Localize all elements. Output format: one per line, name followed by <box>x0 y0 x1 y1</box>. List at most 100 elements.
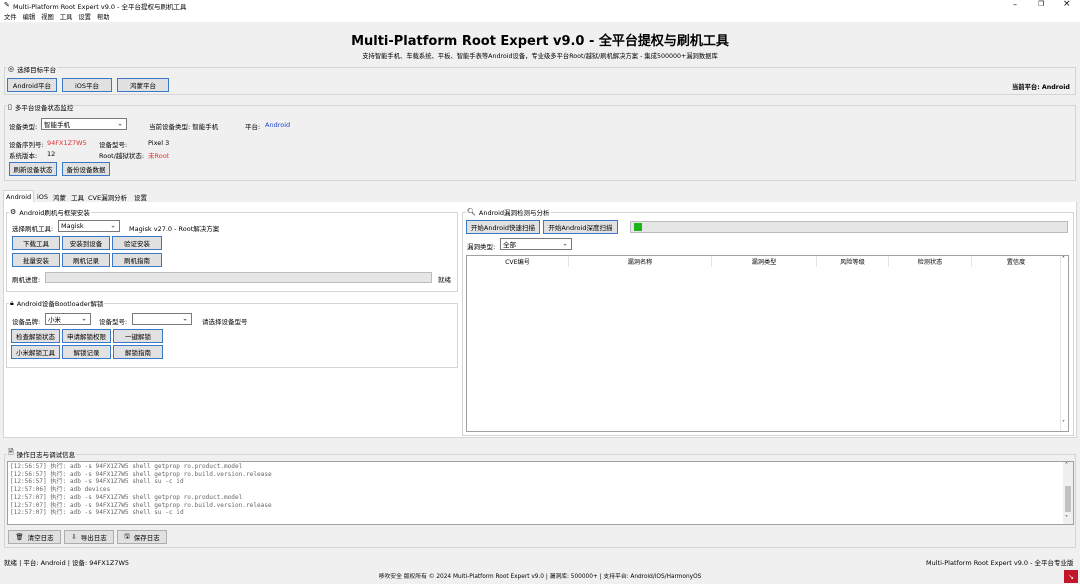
deep-scan-button[interactable]: 开始Android深度扫描 <box>543 220 618 234</box>
col-vuln-name[interactable]: 漏洞名称 <box>569 256 712 267</box>
gear-plugin-icon: ⚙ <box>10 208 17 216</box>
corner-badge-icon: ↘ <box>1064 570 1078 583</box>
close-button[interactable]: × <box>1063 0 1071 9</box>
flash-tool-select[interactable]: Magisk ⌄ <box>58 220 120 232</box>
current-device-type: 当前设备类型: 智能手机 <box>149 123 219 131</box>
export-icon: ⇩ <box>71 533 77 541</box>
ios-platform-button[interactable]: iOS平台 <box>62 78 112 92</box>
title-bar: ✎ Multi-Platform Root Expert v9.0 - 全平台提… <box>0 0 1080 11</box>
log-line: [12:57:07] 执行: adb -s 94FX1Z7W5 shell su… <box>10 509 184 517</box>
col-confidence[interactable]: 置信度 <box>972 256 1061 267</box>
apply-unlock-button[interactable]: 申请解锁权限 <box>62 329 111 343</box>
tab-cve-analysis[interactable]: CVE漏洞分析 <box>88 192 127 202</box>
col-risk-level[interactable]: 风险等级 <box>817 256 889 267</box>
col-vuln-type[interactable]: 漏洞类型 <box>712 256 817 267</box>
export-log-button[interactable]: ⇩ 导出日志 <box>64 530 114 544</box>
menu-view[interactable]: 视图 <box>41 12 54 21</box>
chevron-down-icon: ⌄ <box>182 314 188 323</box>
status-bar-right: Multi-Platform Root Expert v9.0 - 全平台专业版 <box>926 559 1074 567</box>
vuln-type-select[interactable]: 全部 ⌄ <box>500 238 572 250</box>
one-click-unlock-button[interactable]: 一键解锁 <box>113 329 163 343</box>
flash-progress-bar <box>45 272 432 283</box>
bootloader-header: 🔒︎ Android设备Bootloader解锁 <box>9 298 105 308</box>
scroll-up-icon: ˄ <box>1062 256 1065 263</box>
android-platform-button[interactable]: Android平台 <box>7 78 57 92</box>
flash-progress-status: 就绪 <box>438 276 451 284</box>
platform-label: 平台: <box>245 123 261 131</box>
flash-progress-label: 刷机进度: <box>12 276 41 284</box>
xiaomi-unlock-tool-button[interactable]: 小米解锁工具 <box>11 345 60 359</box>
device-type-select[interactable]: 智能手机 ⌄ <box>41 118 127 130</box>
clear-log-button[interactable]: 🗑︎ 清空日志 <box>8 530 61 544</box>
scan-progress-bar <box>630 221 1068 233</box>
save-log-button[interactable]: 🖫 保存日志 <box>117 530 167 544</box>
lock-icon: 🔒︎ <box>10 298 14 307</box>
root-status-label: Root/越狱状态: <box>99 152 145 160</box>
log-line: [12:57:06] 执行: adb devices <box>10 486 111 494</box>
harmony-platform-button[interactable]: 鸿蒙平台 <box>117 78 169 92</box>
window-title: Multi-Platform Root Expert v9.0 - 全平台提权与… <box>13 3 187 11</box>
model-value: Pixel 3 <box>148 139 170 147</box>
chevron-down-icon: ⌄ <box>562 239 568 248</box>
flash-guide-button[interactable]: 刷机指南 <box>112 253 162 267</box>
flash-tool-desc: Magisk v27.0 - Root解决方案 <box>129 225 220 233</box>
brand-label: 设备品牌: <box>12 318 41 326</box>
footer-copyright: 哆吹安全 版权所有 © 2024 Multi-Platform Root Exp… <box>378 574 702 580</box>
tab-ios[interactable]: iOS <box>37 192 48 202</box>
bl-model-hint: 请选择设备型号 <box>202 318 248 326</box>
minimize-button[interactable]: – <box>1013 0 1017 9</box>
chevron-down-icon: ⌄ <box>81 314 87 323</box>
download-tool-button[interactable]: 下载工具 <box>12 236 60 250</box>
log-header: 🗎 操作日志与调试信息 <box>7 448 77 459</box>
tab-tools[interactable]: 工具 <box>71 192 84 202</box>
log-line: [12:56:57] 执行: adb -s 94FX1Z7W5 shell ge… <box>10 463 243 470</box>
menu-tools[interactable]: 工具 <box>60 12 73 21</box>
scroll-down-icon: ˅ <box>1062 420 1065 427</box>
serial-value: 94FX1Z7W5 <box>47 139 87 147</box>
brand-select[interactable]: 小米 ⌄ <box>45 313 91 325</box>
log-scrollbar[interactable]: ˄ ˅ <box>1063 462 1073 524</box>
app-feather-icon: ✎ <box>4 1 10 9</box>
save-icon: 🖫 <box>124 531 130 540</box>
unlock-guide-button[interactable]: 解锁指南 <box>113 345 163 359</box>
status-bar-left: 就绪 | 平台: Android | 设备: 94FX1Z7W5 <box>4 559 130 567</box>
banner-subtitle: 支持智能手机、车载系统、平板、智能手表等Android设备，专业级多平台Root… <box>362 53 718 60</box>
vuln-type-label: 漏洞类型: <box>467 243 496 251</box>
quick-scan-button[interactable]: 开始Android快速扫描 <box>466 220 540 234</box>
refresh-device-button[interactable]: 刷新设备状态 <box>9 162 57 176</box>
maximize-button[interactable]: ❐ <box>1038 0 1044 8</box>
batch-install-button[interactable]: 批量安装 <box>12 253 60 267</box>
device-monitor-header: ▯ 多平台设备状态监控 <box>7 102 75 112</box>
current-platform-label: 当前平台: Android <box>1012 84 1070 91</box>
log-textarea[interactable]: [12:56:57] 执行: adb -s 94FX1Z7W5 shell ge… <box>7 461 1074 525</box>
platform-value: Android <box>265 121 291 129</box>
trash-icon: 🗑︎ <box>15 533 24 541</box>
phone-icon: ▯ <box>8 103 12 111</box>
install-to-device-button[interactable]: 安装到设备 <box>62 236 110 250</box>
flash-tool-label: 选择刷机工具: <box>12 225 54 233</box>
scroll-down-icon: ˅ <box>1065 515 1068 522</box>
bl-model-label: 设备型号: <box>99 318 128 326</box>
check-unlock-status-button[interactable]: 检查解锁状态 <box>11 329 60 343</box>
vuln-table[interactable]: CVE编号 漏洞名称 漏洞类型 风险等级 检测状态 置信度 ˄ ˅ <box>466 255 1069 432</box>
backup-device-button[interactable]: 备份设备数据 <box>62 162 110 176</box>
target-icon: ◎ <box>8 65 15 73</box>
menu-settings[interactable]: 设置 <box>78 12 91 21</box>
col-detect-status[interactable]: 检测状态 <box>889 256 972 267</box>
table-scrollbar[interactable]: ˄ ˅ <box>1060 256 1069 431</box>
tab-settings[interactable]: 设置 <box>134 192 147 202</box>
menu-file[interactable]: 文件 <box>4 12 17 21</box>
platform-select-header: ◎ 选择目标平台 <box>7 64 58 74</box>
serial-label: 设备序列号: <box>9 141 44 149</box>
menu-help[interactable]: 帮助 <box>97 12 110 21</box>
model-label: 设备型号: <box>99 141 128 149</box>
tab-harmony[interactable]: 鸿蒙 <box>53 192 66 202</box>
unlock-record-button[interactable]: 解锁记录 <box>62 345 111 359</box>
bl-model-select[interactable]: ⌄ <box>132 313 192 325</box>
device-type-label: 设备类型: <box>9 123 38 131</box>
menu-edit[interactable]: 编辑 <box>23 12 36 21</box>
log-scroll-thumb[interactable] <box>1065 486 1071 512</box>
flash-record-button[interactable]: 刷机记录 <box>62 253 110 267</box>
col-cve-id[interactable]: CVE编号 <box>467 256 569 267</box>
verify-install-button[interactable]: 验证安装 <box>112 236 162 250</box>
